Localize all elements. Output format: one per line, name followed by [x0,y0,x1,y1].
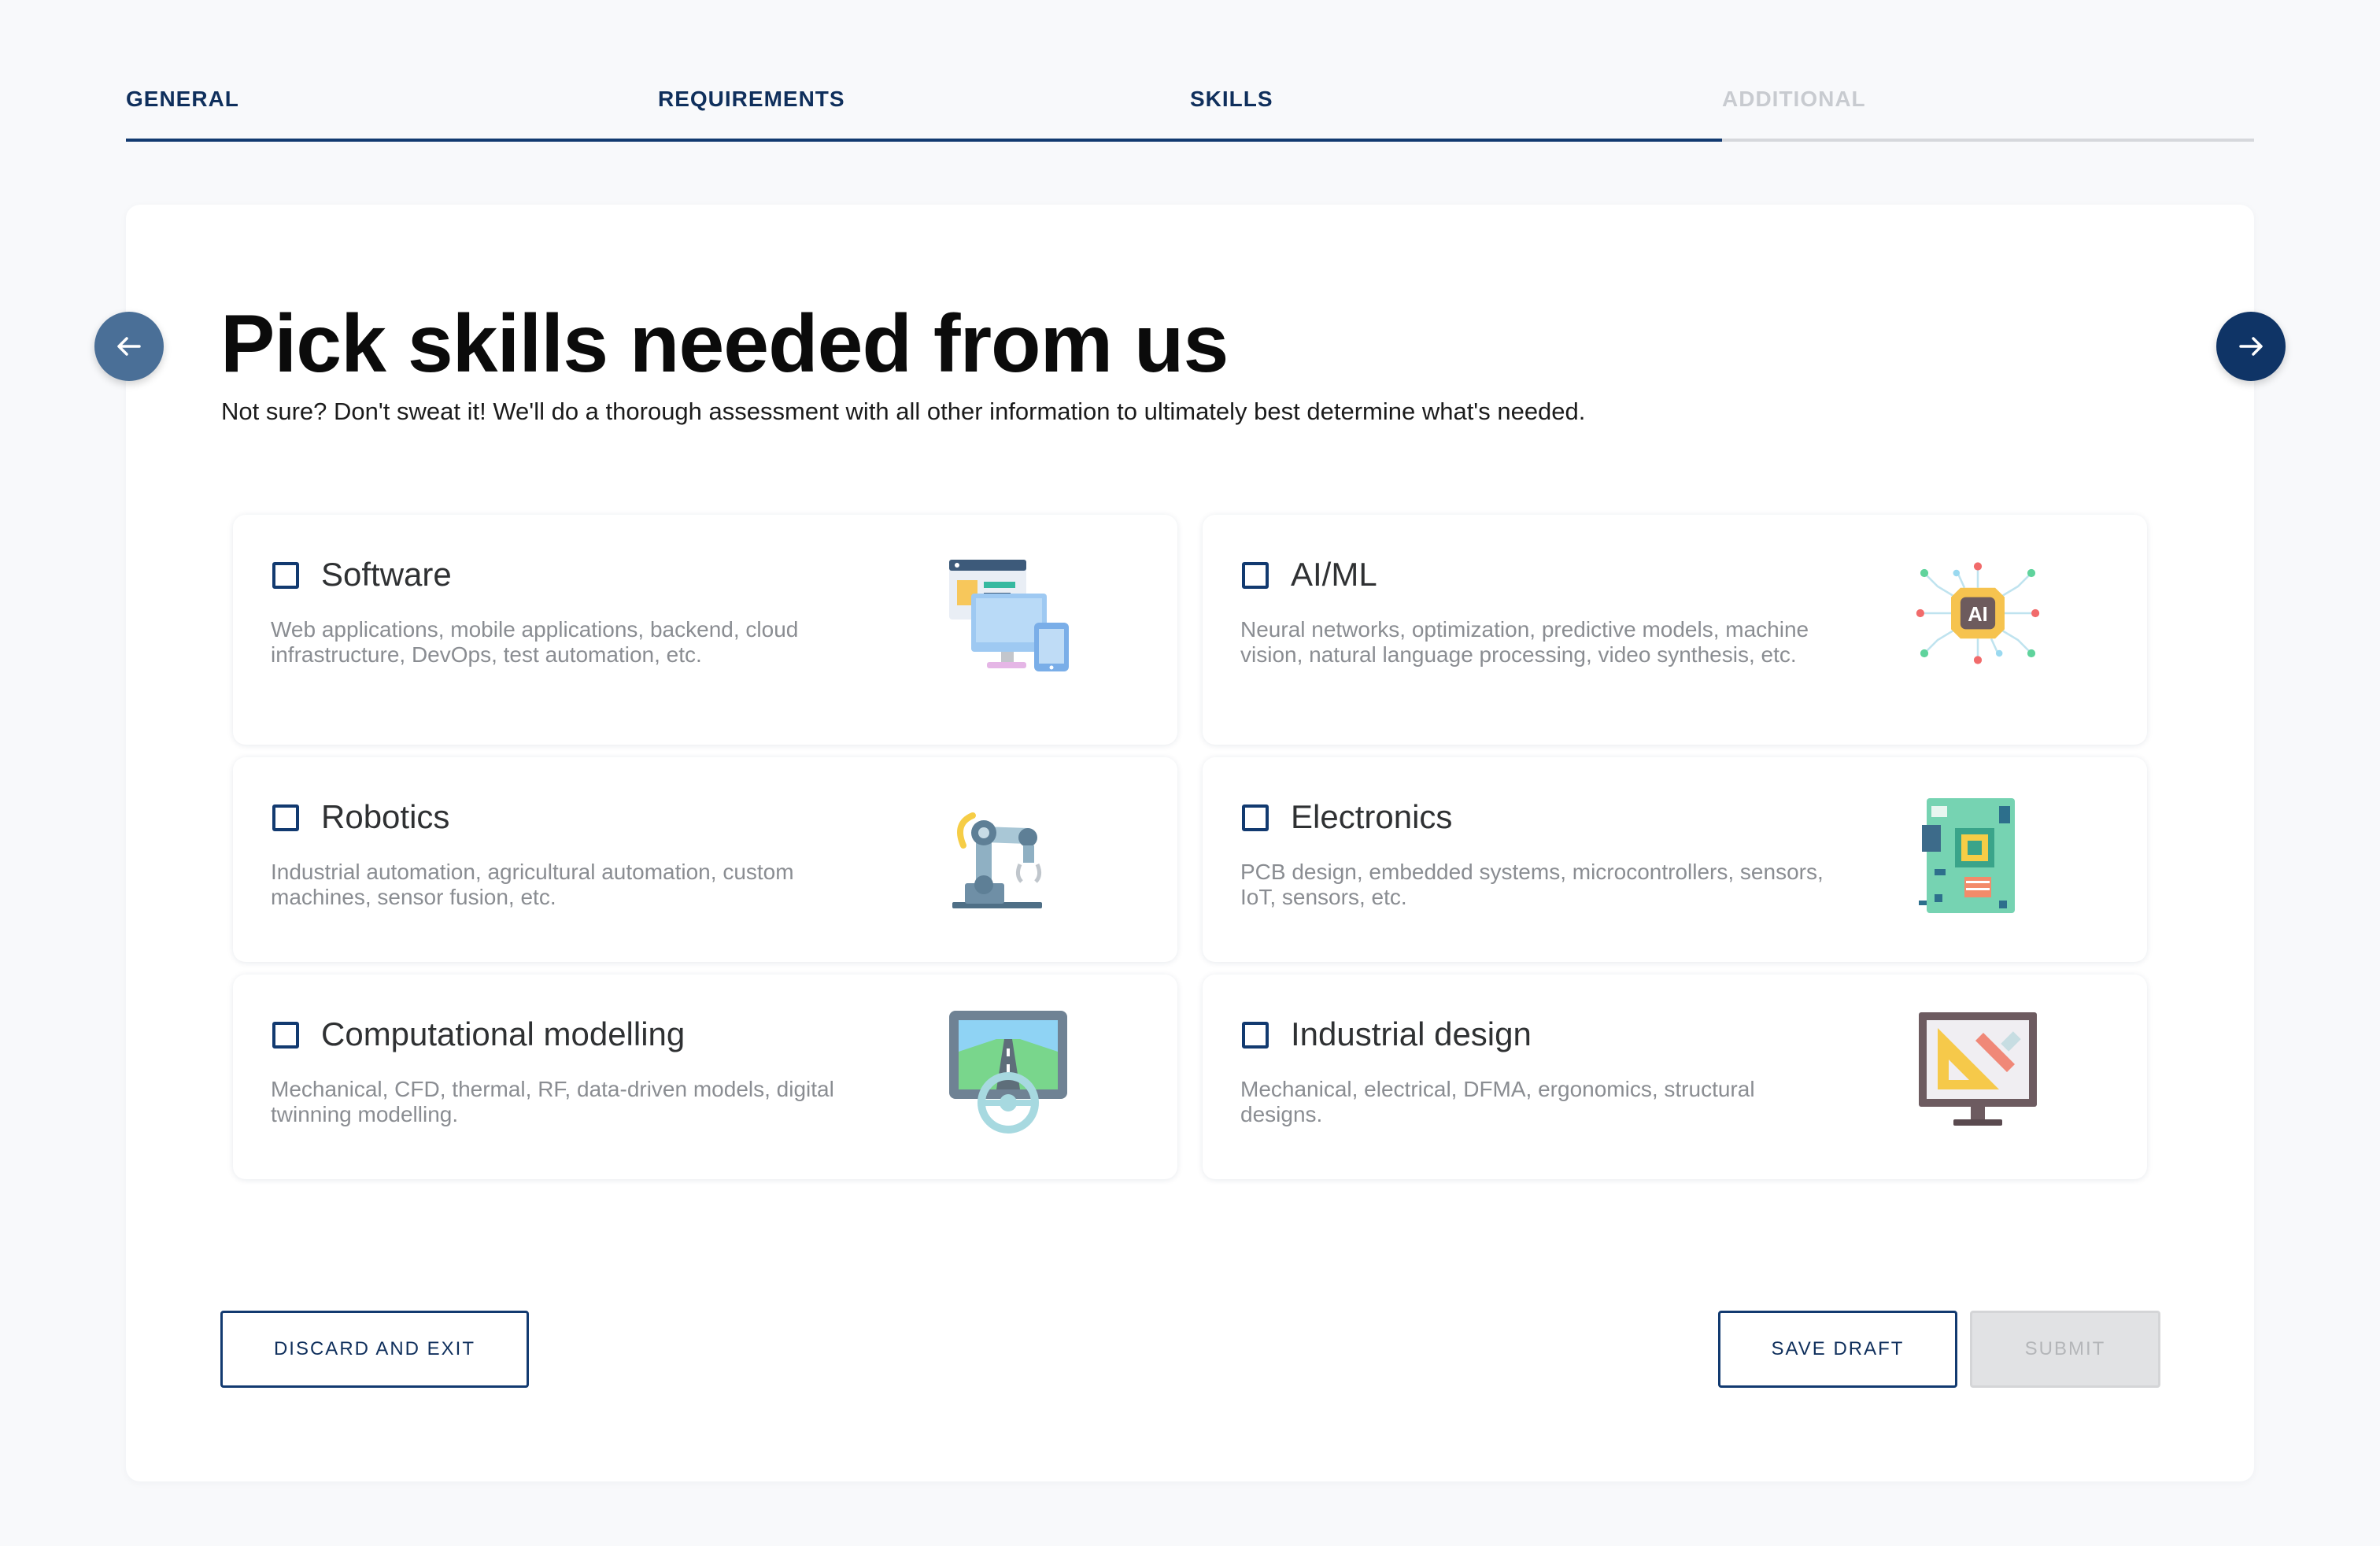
skill-checkbox[interactable] [1242,1022,1269,1049]
skill-checkbox[interactable] [272,562,299,589]
step-skills[interactable]: SKILLS [1190,87,1273,118]
skill-description: PCB design, embedded systems, microcontr… [1240,860,1824,909]
skill-checkbox[interactable] [1242,562,1269,589]
skill-name: Industrial design [1291,1015,1532,1052]
page-title: Pick skills needed from us [220,298,1229,390]
ai-chip-icon: AI [1916,562,2040,664]
skill-checkbox[interactable] [272,804,299,831]
arrow-right-icon [2239,337,2263,356]
skill-description: Industrial automation, agricultural auto… [271,860,794,909]
skill-name: AI/ML [1291,556,1377,593]
arrow-left-icon [117,337,141,356]
progress-stepper: GENERAL REQUIREMENTS SKILLS ADDITIONAL [126,87,2254,143]
skill-option-ai-ml[interactable]: AI/ML Neural networks, optimization, pre… [1203,515,2147,745]
ai-chip-label: AI [1968,604,1988,626]
skill-description: Mechanical, electrical, DFMA, ergonomics… [1240,1077,1755,1126]
skill-name: Software [321,556,452,593]
skill-description: Neural networks, optimization, predictiv… [1240,617,1809,667]
discard-and-exit-button[interactable]: DISCARD AND EXIT [220,1311,529,1388]
stepper-progress-bar [126,139,1722,142]
skill-option-industrial-design[interactable]: Industrial design Mechanical, electrical… [1203,975,2147,1179]
skill-name: Computational modelling [321,1015,686,1052]
previous-step-button[interactable] [94,312,164,381]
step-general[interactable]: GENERAL [126,87,239,118]
skill-checkbox[interactable] [272,1022,299,1049]
submit-button[interactable]: SUBMIT [1970,1311,2160,1388]
skill-option-computational-modelling[interactable]: Computational modelling Mechanical, CFD,… [233,975,1177,1179]
skill-name: Electronics [1291,798,1453,835]
skill-option-electronics[interactable]: Electronics PCB design, embedded systems… [1203,757,2147,962]
skill-description: Mechanical, CFD, thermal, RF, data-drive… [271,1077,834,1126]
save-draft-button[interactable]: SAVE DRAFT [1718,1311,1957,1388]
next-step-button[interactable] [2216,312,2286,381]
step-requirements[interactable]: REQUIREMENTS [658,87,845,118]
skill-description: Web applications, mobile applications, b… [271,617,799,667]
step-additional[interactable]: ADDITIONAL [1722,87,1866,118]
software-screens-icon [949,560,1069,671]
skill-checkbox[interactable] [1242,804,1269,831]
driving-simulator-icon [949,1011,1067,1134]
circuit-board-icon [1919,798,2015,913]
page-subtitle: Not sure? Don't sweat it! We'll do a tho… [221,398,1586,425]
robot-arm-icon [952,812,1042,908]
skill-option-software[interactable]: Software Web applications, mobile applic… [233,515,1177,745]
skill-name: Robotics [321,798,450,835]
design-monitor-icon [1919,1012,2037,1126]
skill-option-robotics[interactable]: Robotics Industrial automation, agricult… [233,757,1177,962]
